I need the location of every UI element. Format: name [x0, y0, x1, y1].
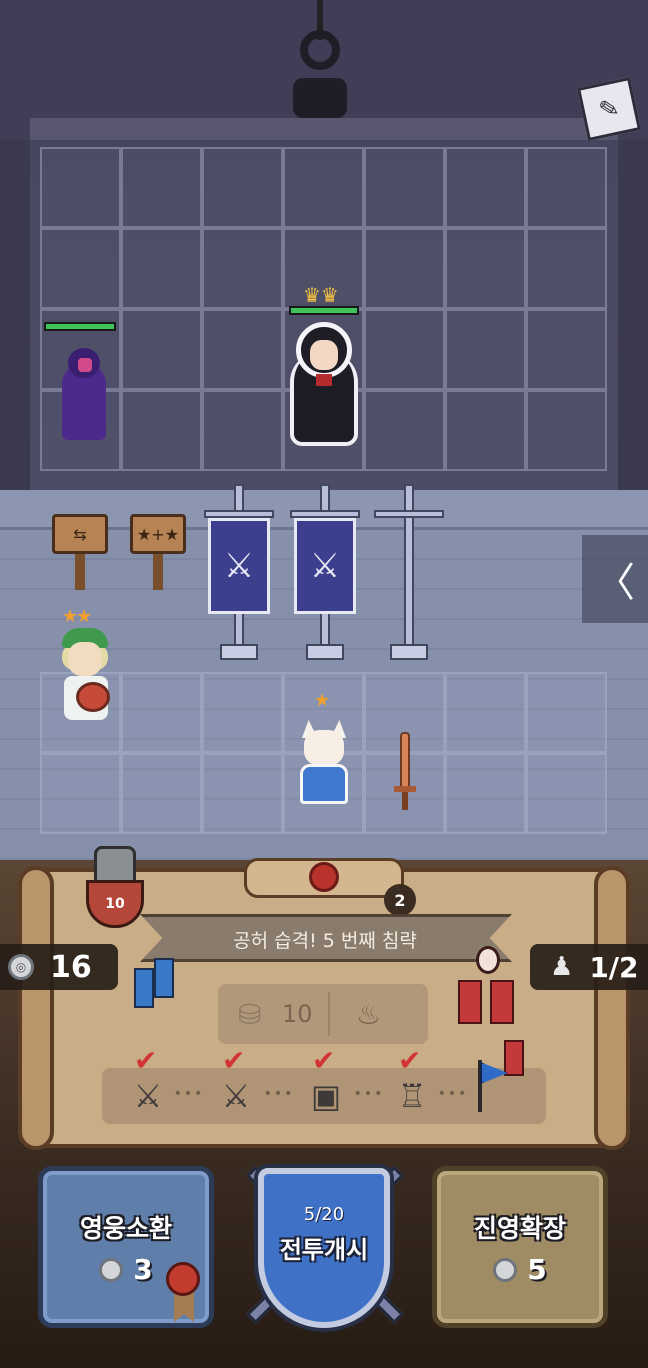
unit-counter: ♟ 1/2	[530, 944, 648, 990]
enemy-void-minion[interactable]	[56, 348, 112, 444]
coin-counter: ◎ 16	[0, 944, 118, 990]
grid-cell[interactable]	[526, 753, 607, 834]
sword-laurel-icon: ⚔	[208, 518, 270, 614]
grid-cell[interactable]	[445, 228, 526, 309]
side-panel-toggle[interactable]: 〈	[582, 535, 648, 623]
gate-lever	[285, 0, 355, 135]
summon-cost-value: 3	[133, 1253, 153, 1286]
sword-laurel-icon: ⚔	[294, 518, 356, 614]
grid-cell[interactable]	[121, 672, 202, 753]
grid-cell[interactable]	[40, 147, 121, 228]
chevron-left-icon: 〈	[595, 560, 635, 606]
silver-coin-icon: ◎	[8, 954, 34, 980]
sword-item[interactable]	[394, 732, 416, 814]
grid-cell[interactable]	[445, 147, 526, 228]
swap-icon: ⇆	[52, 514, 108, 554]
toilet-icon: ♖	[397, 1077, 427, 1115]
synergy-banner[interactable]: ⚔	[286, 484, 364, 664]
grid-cell[interactable]	[364, 228, 445, 309]
pawn-icon: ♟	[550, 952, 574, 982]
battle-label: 전투개시	[279, 1236, 369, 1264]
expand-formation-button[interactable]: 진영확장 5	[432, 1166, 608, 1328]
silver-coin-icon	[493, 1257, 518, 1282]
grid-cell[interactable]	[202, 309, 283, 390]
expand-label: 진영확장	[473, 1214, 566, 1243]
grid-cell[interactable]	[526, 390, 607, 471]
grid-cell[interactable]	[445, 672, 526, 753]
enemy-winter-witch[interactable]	[286, 322, 362, 448]
skull-icon	[476, 946, 500, 974]
grid-cell[interactable]	[202, 147, 283, 228]
grid-cell[interactable]	[445, 390, 526, 471]
dungeon-left-wall	[0, 140, 30, 490]
grid-cell[interactable]	[526, 309, 607, 390]
witch-hp-bar	[289, 306, 359, 315]
grid-cell[interactable]	[364, 147, 445, 228]
grid-cell[interactable]	[445, 309, 526, 390]
wax-seal-icon	[309, 862, 339, 892]
grid-cell[interactable]	[202, 390, 283, 471]
grid-cell[interactable]	[202, 228, 283, 309]
expand-cost: 5	[437, 1253, 603, 1286]
summon-label: 영웅소환	[79, 1214, 172, 1243]
level-value: 10	[86, 880, 144, 928]
bard-star-rank: ★★	[62, 606, 92, 627]
map-button[interactable]: ✎	[576, 76, 642, 142]
grid-cell[interactable]	[445, 753, 526, 834]
dungeon-right-wall	[618, 140, 648, 490]
expand-cost-value: 5	[527, 1253, 547, 1286]
ribbon-seal-icon	[166, 1262, 202, 1322]
coin-stack-icon: ⛁	[238, 997, 262, 1031]
hero-bard[interactable]	[54, 628, 124, 732]
silver-coin-icon	[99, 1257, 124, 1282]
reward-coins: 10	[282, 1000, 313, 1028]
grid-cell[interactable]	[202, 672, 283, 753]
ally-flags-icon	[130, 954, 178, 1032]
map-icon: ✎	[596, 93, 622, 125]
enemy-hp-bar	[44, 322, 116, 331]
empty-banner-stand[interactable]	[370, 484, 448, 664]
grid-cell[interactable]	[121, 753, 202, 834]
coin-count: 16	[50, 949, 92, 985]
goal-flag-icon	[474, 1040, 530, 1114]
grid-cell[interactable]	[364, 390, 445, 471]
enemy-flags-icon	[456, 946, 520, 1032]
grid-cell[interactable]	[121, 309, 202, 390]
reward-box: ⛁ 10 ♨	[218, 984, 428, 1044]
start-battle-button[interactable]: 5/20 전투개시	[245, 1150, 405, 1336]
grid-cell[interactable]	[121, 390, 202, 471]
grid-cell[interactable]	[364, 309, 445, 390]
battle-count: 5/20	[303, 1204, 345, 1225]
grid-cell[interactable]	[40, 753, 121, 834]
hero-cat-girl[interactable]	[296, 710, 352, 808]
grid-cell[interactable]	[121, 147, 202, 228]
synergy-banner[interactable]: ⚔	[200, 484, 278, 664]
grid-cell[interactable]	[121, 228, 202, 309]
swap-sign[interactable]: ⇆	[52, 514, 108, 590]
crown-rank-icon: ♛♛	[303, 283, 339, 307]
grid-cell[interactable]	[40, 228, 121, 309]
grid-cell[interactable]	[526, 147, 607, 228]
grid-cell[interactable]	[283, 147, 364, 228]
wave-badge: 2	[384, 884, 416, 916]
catgirl-star-rank: ★	[314, 690, 330, 711]
merge-sign[interactable]: ★+★	[130, 514, 186, 590]
level-badge[interactable]: 10	[82, 846, 148, 928]
treasure-chest-icon: ▣	[310, 1077, 342, 1115]
crossed-swords-icon: ⚔	[133, 1077, 163, 1115]
crossed-swords-icon: ⚔	[221, 1077, 251, 1115]
grid-cell[interactable]	[202, 753, 283, 834]
merge-stars-icon: ★+★	[130, 514, 186, 554]
money-bag-icon: ♨	[356, 997, 382, 1031]
grid-cell[interactable]	[526, 228, 607, 309]
grid-cell[interactable]	[526, 672, 607, 753]
unit-count: 1/2	[589, 950, 639, 984]
stage-title: 공허 습격! 5 번째 침략	[233, 930, 417, 952]
